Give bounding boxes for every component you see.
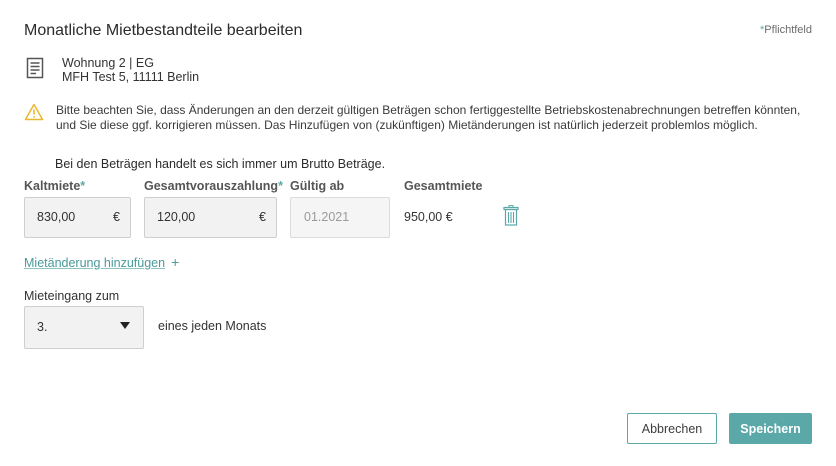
payment-day-value: 3. (37, 320, 48, 334)
document-icon (26, 57, 44, 79)
kaltmiete-value: 830,00 (37, 210, 76, 224)
gesamtmiete-value: 950,00 € (404, 210, 453, 224)
vorauszahlung-label: Gesamtvorauszahlung* (144, 179, 283, 193)
mieteingang-label: Mieteingang zum (24, 289, 120, 303)
vorauszahlung-input[interactable]: 120,00 € (144, 197, 277, 238)
kaltmiete-label-text: Kaltmiete (24, 179, 81, 193)
kaltmiete-required-star: * (80, 179, 86, 193)
vorauszahlung-currency: € (259, 210, 266, 224)
trash-icon[interactable] (503, 205, 519, 226)
vorauszahlung-required-star: * (278, 179, 283, 193)
required-field-note: *Pflichtfeld (760, 24, 812, 36)
dialog-title: Monatliche Mietbestandteile bearbeiten (24, 22, 303, 39)
payment-day-suffix: eines jeden Monats (158, 319, 267, 333)
caret-down-icon (120, 322, 130, 329)
gesamtmiete-label: Gesamtmiete (404, 179, 483, 193)
property-unit: Wohnung 2 | EG (62, 56, 154, 70)
vorauszahlung-value: 120,00 (157, 210, 196, 224)
warning-icon (24, 103, 44, 121)
gueltig-ab-label: Gültig ab (290, 179, 345, 193)
warning-text: Bitte beachten Sie, dass Änderungen an d… (56, 103, 801, 132)
payment-day-select[interactable]: 3. (24, 306, 144, 349)
save-button[interactable]: Speichern (729, 413, 812, 444)
vorauszahlung-label-text: Gesamtvorauszahlung (144, 179, 279, 193)
gueltig-ab-input: 01.2021 (290, 197, 390, 238)
property-address: MFH Test 5, 11111 Berlin (62, 70, 200, 84)
kaltmiete-currency: € (113, 210, 120, 224)
cancel-button[interactable]: Abbrechen (627, 413, 717, 444)
kaltmiete-label: Kaltmiete* (24, 179, 85, 193)
plus-icon: + (171, 254, 180, 270)
add-rent-change-link[interactable]: Mietänderung hinzufügen + (24, 254, 179, 270)
brutto-note: Bei den Beträgen handelt es sich immer u… (55, 157, 386, 171)
required-label: Pflichtfeld (764, 24, 812, 36)
property-address-block: Wohnung 2 | EG MFH Test 5, 11111 Berlin (62, 56, 199, 84)
kaltmiete-input[interactable]: 830,00 € (24, 197, 131, 238)
add-rent-change-label: Mietänderung hinzufügen (24, 256, 166, 270)
gueltig-ab-value: 01.2021 (304, 210, 350, 224)
